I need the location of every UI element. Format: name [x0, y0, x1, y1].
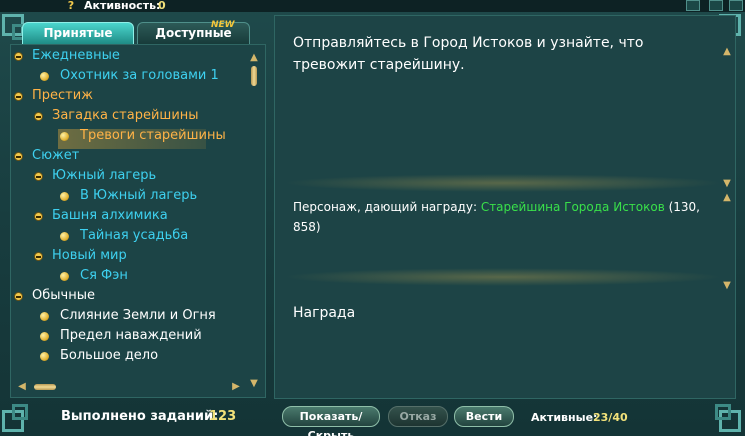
giver-npc-link[interactable]: Старейшина Города Истоков: [481, 200, 665, 214]
quest-dot-icon: [40, 332, 49, 341]
track-button[interactable]: Вести: [454, 406, 514, 427]
quest-tree-label: Новый мир: [52, 248, 127, 263]
collapse-icon[interactable]: [14, 92, 23, 101]
quest-dot-icon: [60, 232, 69, 241]
help-icon[interactable]: ?: [65, 0, 77, 12]
new-badge: NEW: [211, 20, 235, 30]
quest-dot-icon: [40, 312, 49, 321]
quest-tree-item[interactable]: Престиж: [12, 86, 242, 106]
quest-detail-panel: Отправляйтесь в Город Истоков и узнайте,…: [274, 15, 736, 399]
collapse-icon[interactable]: [34, 172, 43, 181]
collapse-icon[interactable]: [14, 152, 23, 161]
quest-tree-item[interactable]: Сюжет: [12, 146, 242, 166]
activity-label: Активность:: [84, 0, 161, 12]
show-hide-button[interactable]: Показать/Скрыть: [282, 406, 380, 436]
quest-list-hscroll[interactable]: ◀ ▶: [16, 381, 260, 393]
quest-tree-item[interactable]: Большое дело: [32, 346, 262, 366]
tab-accepted[interactable]: Принятые: [22, 22, 134, 45]
collapse-icon[interactable]: [34, 252, 43, 261]
quest-tree-item[interactable]: Южный лагерь: [32, 166, 262, 186]
quest-tree-label: Престиж: [32, 88, 93, 103]
quest-tree-label: Башня алхимика: [52, 208, 168, 223]
quest-tree-item[interactable]: Загадка старейшины: [32, 106, 262, 126]
quest-dot-icon: [40, 72, 49, 81]
quest-dot-icon: [40, 352, 49, 361]
quest-dot-icon: [60, 272, 69, 281]
close-icon[interactable]: [729, 0, 743, 11]
quest-tree-item[interactable]: Охотник за головами 1: [32, 66, 262, 86]
collapse-icon[interactable]: [34, 112, 43, 121]
quest-tree-label: Тайная усадьба: [80, 228, 189, 243]
quest-tree-label: Ежедневные: [32, 48, 120, 63]
active-value: 23/40: [593, 411, 628, 424]
collapse-icon[interactable]: [14, 52, 23, 61]
quest-tree-item[interactable]: Слияние Земли и Огня: [32, 306, 262, 326]
section-divider: [283, 174, 723, 192]
quest-tree-label: Сюжет: [32, 148, 80, 163]
quest-dot-icon: [60, 132, 69, 141]
quest-tree-item[interactable]: Новый мир: [32, 246, 262, 266]
quest-tree-label: Загадка старейшины: [52, 108, 199, 123]
quest-list-vscroll[interactable]: ▲ ▼: [248, 52, 260, 390]
active-label: Активные:: [531, 411, 598, 424]
restore-icon[interactable]: [709, 0, 723, 11]
quest-tree-label: Большое дело: [60, 348, 159, 363]
scroll-thumb[interactable]: [251, 66, 257, 86]
scroll-up-icon[interactable]: ▲: [248, 52, 260, 64]
quest-tree-item[interactable]: Предел наваждений: [32, 326, 262, 346]
quest-tree-label: Тревоги старейшины: [80, 128, 226, 143]
top-bar: ? Активность: 0: [0, 0, 745, 12]
scroll-up-icon[interactable]: ▲: [721, 192, 733, 204]
reward-giver-info: Персонаж, дающий награду: Старейшина Гор…: [293, 197, 713, 237]
decline-button[interactable]: Отказ: [388, 406, 448, 427]
scroll-up-icon[interactable]: ▲: [721, 46, 733, 58]
quest-description: Отправляйтесь в Город Истоков и узнайте,…: [293, 35, 644, 73]
quest-tree: Ежедневные Охотник за головами 1 Престиж За…: [12, 46, 252, 376]
quest-tree-item[interactable]: Ежедневные: [12, 46, 242, 66]
quest-tree-label: Ся Фэн: [80, 268, 128, 283]
corner-ornament-bottom-left: [0, 396, 40, 436]
quest-tree-item[interactable]: Обычные: [12, 286, 242, 306]
quest-window: ? Активность: 0 Принятые Доступные NEW Е…: [0, 0, 745, 436]
reward-title: Награда: [293, 305, 356, 321]
quest-tree-item[interactable]: Башня алхимика: [32, 206, 262, 226]
corner-ornament-bottom-right: [705, 396, 745, 436]
quest-tree-label: Слияние Земли и Огня: [60, 308, 216, 323]
quest-tree-label: В Южный лагерь: [80, 188, 198, 203]
minimize-icon[interactable]: [686, 0, 700, 11]
section-divider: [283, 268, 723, 286]
completed-value: 123: [209, 409, 237, 424]
quest-tree-label: Охотник за головами 1: [60, 68, 219, 83]
activity-value: 0: [158, 0, 166, 12]
giver-prefix: Персонаж, дающий награду:: [293, 200, 481, 214]
quest-tree-label: Южный лагерь: [52, 168, 157, 183]
collapse-icon[interactable]: [34, 212, 43, 221]
quest-tree-label: Предел наваждений: [60, 328, 202, 343]
completed-label: Выполнено заданий:: [61, 409, 219, 424]
quest-tree-label: Обычные: [32, 288, 95, 303]
quest-dot-icon: [60, 192, 69, 201]
scroll-right-icon[interactable]: ▶: [230, 381, 242, 393]
collapse-icon[interactable]: [14, 292, 23, 301]
hscroll-thumb[interactable]: [34, 384, 56, 390]
scroll-left-icon[interactable]: ◀: [16, 381, 28, 393]
